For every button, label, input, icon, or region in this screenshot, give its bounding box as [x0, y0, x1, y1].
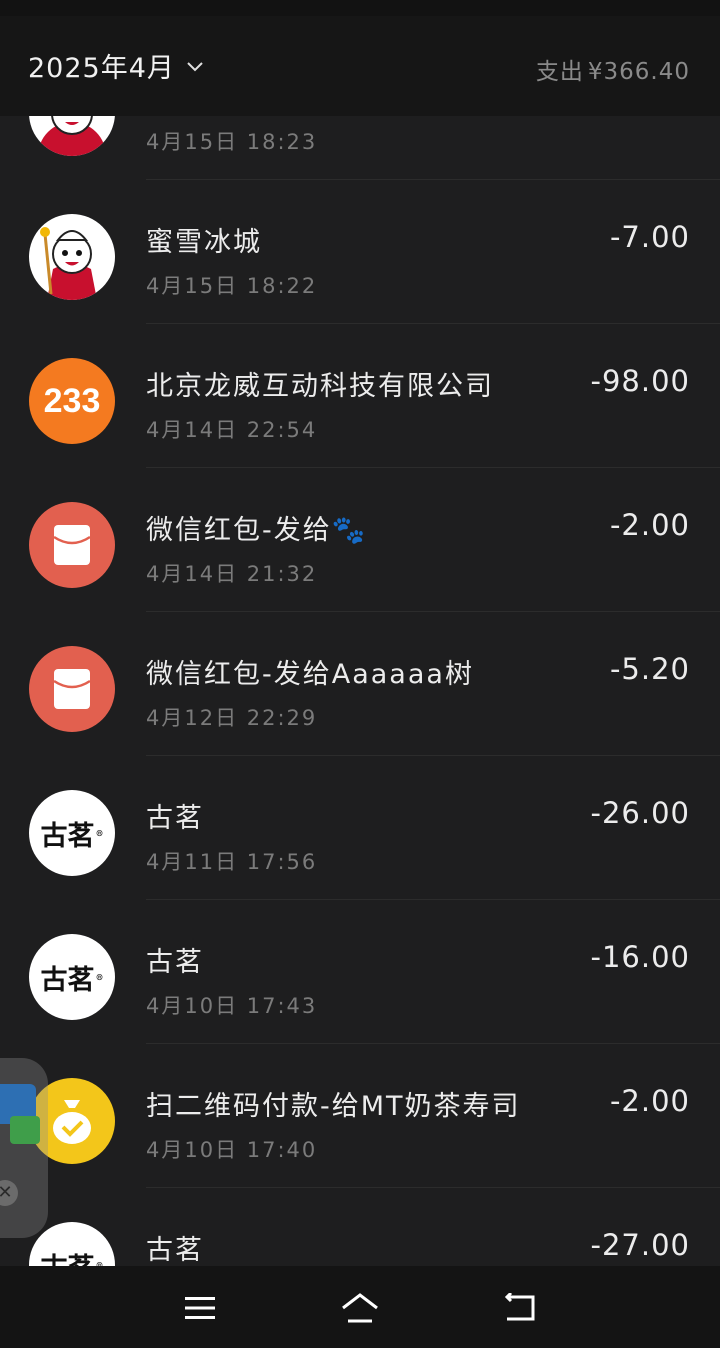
summary-label: 支出 — [535, 59, 584, 85]
red-packet-avatar — [29, 502, 115, 588]
transaction-row[interactable]: 扫二维码付款-给MT奶茶寿司 4月10日 17:40 -2.00 — [0, 1044, 720, 1188]
transaction-name: 微信红包-发给Aaaaaa树 — [146, 659, 474, 690]
floating-app-badge-icon — [10, 1116, 40, 1144]
avatar-text: 古茗 — [41, 1246, 95, 1267]
transaction-row[interactable]: 微信红包-发给Aaaaaa树 4月12日 22:29 -5.20 — [0, 612, 720, 756]
back-icon — [504, 1293, 535, 1321]
menu-icon — [185, 1297, 215, 1319]
red-packet-icon — [53, 525, 91, 565]
red-packet-avatar — [29, 646, 115, 732]
transaction-name: 蜜雪冰城 — [146, 227, 262, 258]
transaction-row[interactable]: 微信红包-发给🐾 4月14日 21:32 -2.00 — [0, 468, 720, 612]
transaction-time: 4月15日 18:23 — [146, 130, 318, 154]
game-233-avatar: 233 — [29, 358, 115, 444]
back-button[interactable] — [500, 1288, 540, 1328]
summary-amount: ¥366.40 — [587, 59, 690, 85]
avatar-text: 古茗 — [40, 820, 95, 852]
expense-summary: 支出 ¥366.40 — [536, 52, 690, 86]
transaction-name: 古茗 — [146, 947, 204, 978]
avatar-text: 古茗 — [40, 964, 95, 996]
transaction-row[interactable]: 古茗 ® 古茗 4月10日 17:43 -16.00 — [0, 900, 720, 1044]
transaction-amount: -26.00 — [590, 796, 690, 830]
transaction-amount: -2.00 — [609, 1084, 690, 1118]
menu-button[interactable] — [180, 1288, 220, 1328]
transaction-name: 古茗 — [146, 803, 204, 834]
transaction-name: 微信红包-发给🐾 — [146, 515, 368, 546]
transaction-amount: -27.00 — [590, 1228, 690, 1262]
transaction-amount: -2.00 — [609, 508, 690, 542]
transaction-amount: -98.00 — [590, 364, 690, 398]
header: 2025年4月 支出 ¥366.40 — [0, 16, 720, 116]
transaction-name: 扫二维码付款-给MT奶茶寿司 — [146, 1091, 521, 1122]
home-button[interactable] — [340, 1288, 380, 1328]
snowman-icon — [38, 116, 106, 156]
transaction-time: 4月10日 17:43 — [146, 994, 318, 1018]
guming-logo-avatar: 古茗® — [29, 790, 115, 876]
avatar-text: 233 — [43, 381, 101, 420]
transaction-time: 4月14日 22:54 — [146, 418, 318, 442]
guming-logo-avatar: 古茗® — [29, 934, 115, 1020]
red-packet-icon — [53, 669, 91, 709]
transaction-amount: -7.00 — [609, 220, 690, 254]
transaction-row[interactable]: 古茗 ® 古茗 4月11日 17:56 -26.00 — [0, 756, 720, 900]
registered-mark: ® — [95, 828, 104, 838]
close-icon[interactable]: ✕ — [0, 1180, 18, 1206]
transaction-amount: -16.00 — [590, 940, 690, 974]
transaction-time: 4月11日 17:56 — [146, 850, 318, 874]
system-nav-bar — [0, 1266, 720, 1348]
transaction-name: 北京龙威互动科技有限公司 — [146, 371, 494, 402]
registered-mark: ® — [95, 972, 104, 982]
chevron-down-icon — [187, 61, 203, 71]
snowman-icon — [40, 227, 97, 300]
month-picker[interactable]: 2025年4月 — [28, 46, 205, 85]
transaction-amount: -5.20 — [609, 652, 690, 686]
mixue-logo-avatar — [29, 214, 115, 300]
month-label: 2025年4月 — [28, 53, 175, 84]
transaction-row[interactable]: 古茗® 古茗 -27.00 — [0, 1188, 720, 1266]
transaction-time: 4月10日 17:40 — [146, 1138, 318, 1162]
transaction-time: 4月14日 21:32 — [146, 562, 318, 586]
home-icon — [342, 1293, 378, 1323]
money-bag-icon — [53, 1100, 91, 1144]
floating-app-widget[interactable]: ✕ — [0, 1058, 48, 1238]
transaction-row[interactable]: 蜜雪冰城 4月15日 18:22 -7.00 — [0, 180, 720, 324]
transaction-row[interactable]: 233 北京龙威互动科技有限公司 4月14日 22:54 -98.00 — [0, 324, 720, 468]
status-bar — [0, 0, 720, 16]
transaction-name: 古茗 — [146, 1235, 204, 1266]
transaction-time: 4月12日 22:29 — [146, 706, 318, 730]
transaction-list: 4月15日 18:23 蜜雪冰城 4月15日 18:22 -7.00 233 北… — [0, 116, 720, 1266]
transaction-row[interactable]: 4月15日 18:23 — [0, 116, 720, 180]
transaction-time: 4月15日 18:22 — [146, 274, 318, 298]
mixue-logo-avatar — [29, 116, 115, 156]
